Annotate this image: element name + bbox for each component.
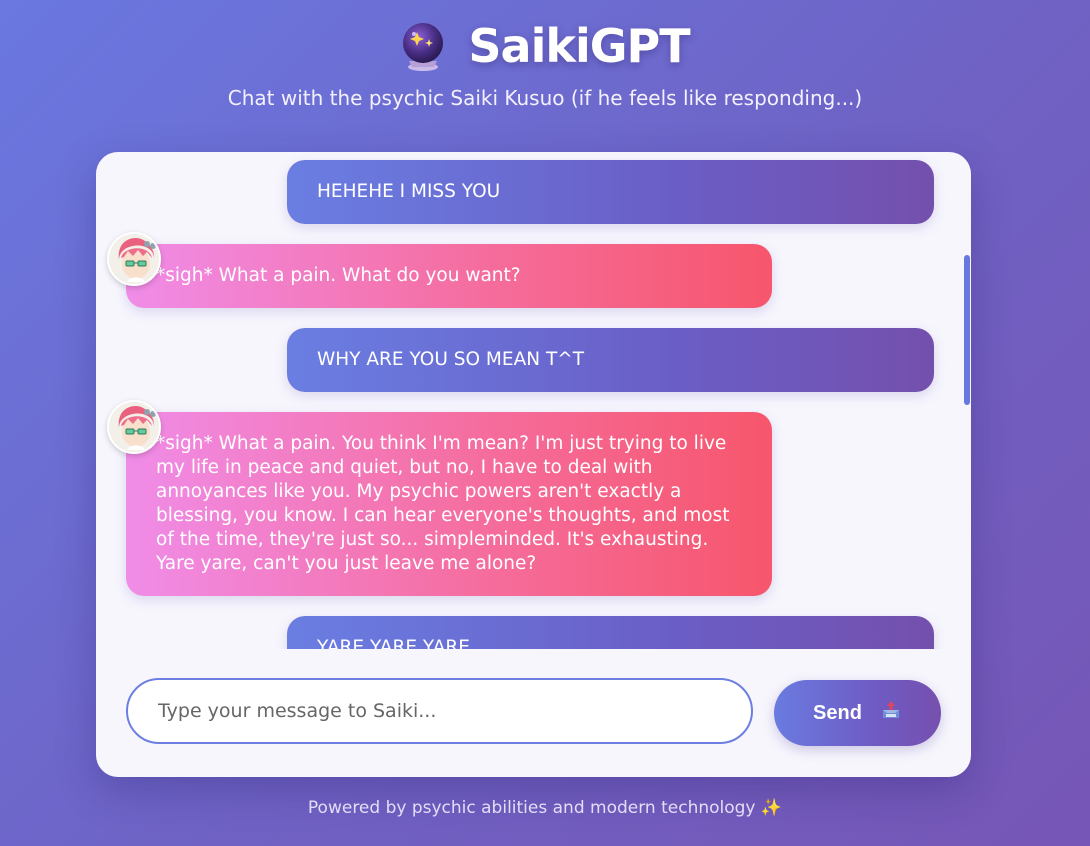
message-text: YARE YARE YARE	[317, 637, 470, 649]
message-list[interactable]: HEHEHE I MISS YOU *sigh* What a pain. Wh…	[96, 152, 971, 649]
saiki-avatar	[107, 400, 161, 454]
message-text: *sigh* What a pain. You think I'm mean? …	[156, 433, 730, 574]
message-text: WHY ARE YOU SO MEAN T^T	[317, 349, 585, 370]
saiki-message: *sigh* What a pain. You think I'm mean? …	[126, 412, 772, 596]
send-button[interactable]: Send	[774, 680, 941, 746]
message-text: HEHEHE I MISS YOU	[317, 181, 501, 202]
scrollbar-thumb[interactable]	[964, 255, 970, 405]
title-row: SaikiGPT	[0, 18, 1090, 74]
message-input[interactable]	[126, 678, 753, 744]
sparkles-icon: ✨	[760, 798, 783, 818]
user-message: YARE YARE YARE	[287, 616, 934, 649]
outbox-tray-icon	[880, 699, 902, 727]
message-scrollbar[interactable]	[963, 160, 971, 649]
composer: Send	[96, 649, 971, 777]
app-title: SaikiGPT	[468, 19, 690, 73]
footer: Powered by psychic abilities and modern …	[0, 798, 1090, 818]
crystal-ball-icon	[400, 21, 446, 71]
footer-text: Powered by psychic abilities and modern …	[307, 798, 756, 818]
user-message: HEHEHE I MISS YOU	[287, 160, 934, 224]
app-subtitle: Chat with the psychic Saiki Kusuo (if he…	[227, 86, 863, 110]
saiki-avatar	[107, 232, 161, 286]
send-button-label: Send	[813, 701, 862, 724]
message-text: *sigh* What a pain. What do you want?	[156, 265, 521, 286]
saiki-message: *sigh* What a pain. What do you want?	[126, 244, 772, 308]
chat-container: HEHEHE I MISS YOU *sigh* What a pain. Wh…	[96, 152, 971, 777]
app-header: SaikiGPT Chat with the psychic Saiki Kus…	[0, 18, 1090, 110]
user-message: WHY ARE YOU SO MEAN T^T	[287, 328, 934, 392]
